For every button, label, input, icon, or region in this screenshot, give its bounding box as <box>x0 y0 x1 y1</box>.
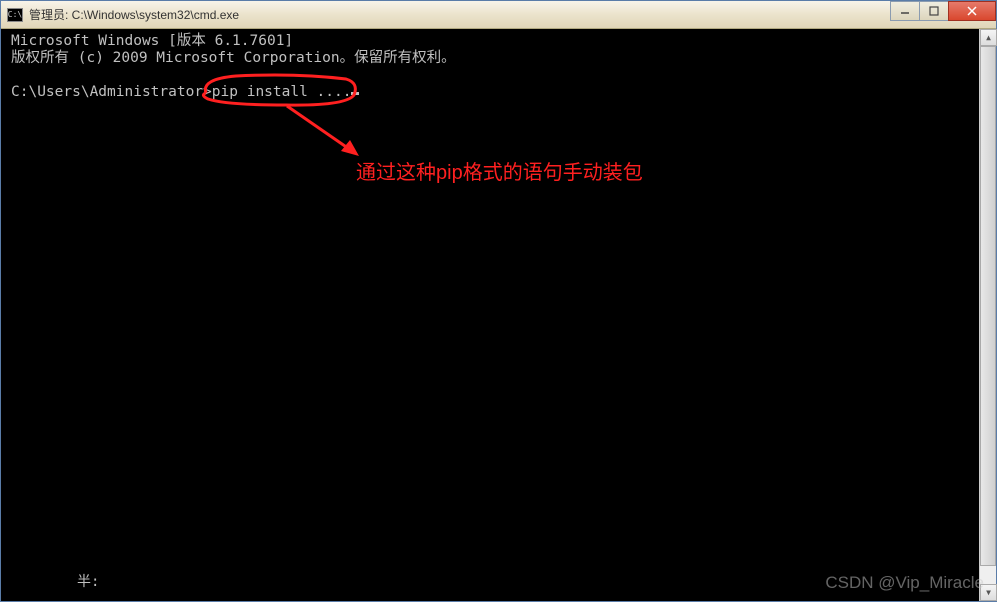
close-icon <box>966 6 978 16</box>
scroll-thumb[interactable] <box>980 46 996 566</box>
minimize-icon <box>900 6 910 16</box>
terminal-line: 版权所有 (c) 2009 Microsoft Corporation。保留所有… <box>11 50 986 67</box>
cmd-icon: C:\ <box>7 8 23 22</box>
terminal-line <box>11 67 986 84</box>
vertical-scrollbar[interactable]: ▲ ▼ <box>979 29 996 601</box>
watermark: CSDN @Vip_Miracle <box>825 573 984 593</box>
window-title: 管理员: C:\Windows\system32\cmd.exe <box>29 6 239 23</box>
terminal-area[interactable]: Microsoft Windows [版本 6.1.7601] 版权所有 (c)… <box>7 31 990 595</box>
prompt: C:\Users\Administrator> <box>11 84 212 100</box>
cmd-window: C:\ 管理员: C:\Windows\system32\cmd.exe Mic… <box>0 0 997 602</box>
annotation-text: 通过这种pip格式的语句手动装包 <box>356 156 643 185</box>
cursor <box>351 92 359 95</box>
close-button[interactable] <box>948 1 996 21</box>
terminal-line: Microsoft Windows [版本 6.1.7601] <box>11 33 986 50</box>
window-controls <box>891 1 996 21</box>
footer-text: 半: <box>77 571 99 591</box>
maximize-icon <box>929 6 939 16</box>
command-text: pip install .... <box>212 84 352 100</box>
titlebar[interactable]: C:\ 管理员: C:\Windows\system32\cmd.exe <box>1 1 996 29</box>
terminal-prompt-line: C:\Users\Administrator>pip install .... <box>11 84 986 101</box>
maximize-button[interactable] <box>919 1 949 21</box>
scroll-up-button[interactable]: ▲ <box>980 29 997 46</box>
minimize-button[interactable] <box>890 1 920 21</box>
